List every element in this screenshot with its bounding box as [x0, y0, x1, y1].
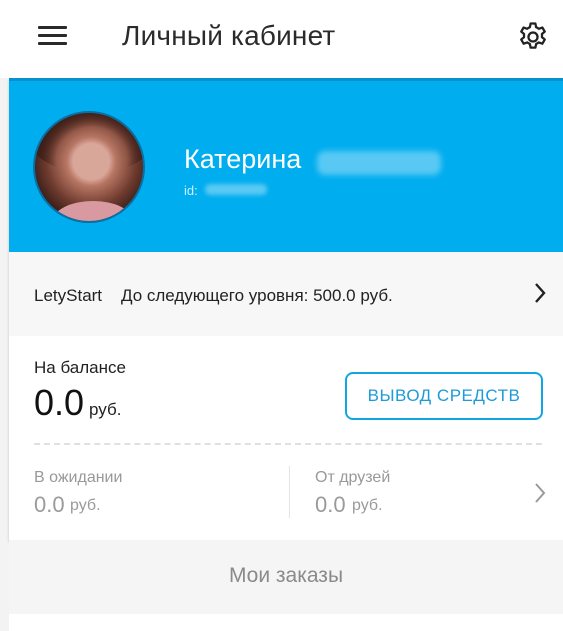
friends-currency: руб.: [352, 497, 383, 514]
pending-label: В ожидании: [34, 469, 123, 486]
blurred-user-id: [205, 184, 267, 195]
page-title: Личный кабинет: [122, 20, 336, 51]
blurred-surname: [317, 151, 441, 175]
my-orders-label: Мои заказы: [228, 564, 344, 587]
bottom-strip: [9, 614, 563, 631]
my-orders-button[interactable]: Мои заказы: [9, 540, 563, 614]
level-progress-row[interactable]: LetyStart До следующего уровня: 500.0 ру…: [9, 252, 563, 336]
friends-amount: 0.0: [315, 492, 346, 517]
balance-currency: руб.: [89, 400, 122, 419]
user-name: Катерина: [184, 144, 302, 174]
avatar[interactable]: [33, 111, 145, 223]
balance-amount: 0.0: [34, 382, 85, 423]
chevron-right-icon[interactable]: [534, 482, 546, 504]
level-progress-text: До следующего уровня: 500.0 руб.: [121, 286, 393, 305]
balance-label: На балансе: [34, 358, 126, 377]
profile-banner: Катерина id:: [9, 78, 563, 255]
user-id-label: id:: [184, 183, 198, 198]
dashed-divider: [34, 443, 542, 445]
chevron-right-icon: [535, 283, 546, 303]
friends-label: От друзей: [315, 469, 391, 486]
pending-amount: 0.0: [34, 492, 65, 517]
hamburger-menu-icon[interactable]: [38, 24, 68, 46]
pending-currency: руб.: [70, 497, 101, 514]
vertical-divider: [289, 466, 290, 518]
gear-icon[interactable]: [516, 20, 550, 54]
level-name: LetyStart: [34, 286, 103, 305]
app-header: Личный кабинет: [0, 0, 563, 78]
balance-section: На балансе 0.0 руб. ВЫВОД СРЕДСТВ В ожид…: [9, 336, 563, 540]
withdraw-button[interactable]: ВЫВОД СРЕДСТВ: [345, 372, 543, 420]
